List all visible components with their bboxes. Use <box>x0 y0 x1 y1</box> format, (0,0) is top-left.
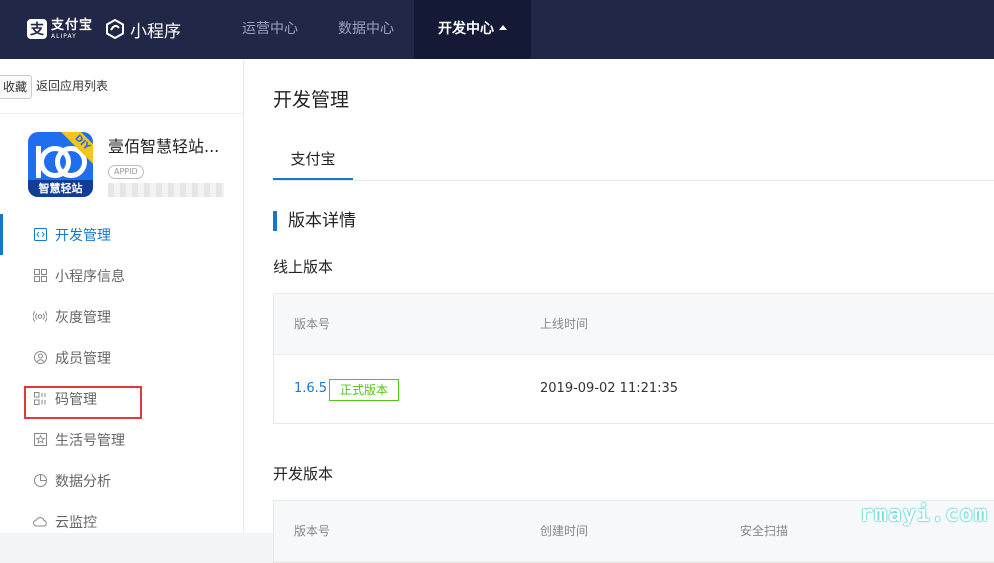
code-icon <box>33 228 47 242</box>
sidebar-item-miniprogram-info[interactable]: 小程序信息 <box>0 255 243 296</box>
sidebar-item-data-analysis[interactable]: 数据分析 <box>0 460 243 501</box>
pie-icon <box>33 474 47 488</box>
sidebar-item-label: 成员管理 <box>55 348 111 368</box>
col-version: 版本号 <box>294 294 330 354</box>
logo[interactable]: 支 支付宝 ALIPAY 小程序 <box>27 16 181 42</box>
grid-icon <box>33 269 47 283</box>
cloud-icon <box>33 515 47 529</box>
col-version: 版本号 <box>294 501 330 561</box>
sidebar-item-cloud-monitor[interactable]: 云监控 <box>0 501 243 542</box>
sidebar-item-label: 灰度管理 <box>55 307 111 327</box>
app-icon: DIY 智慧轻站 <box>28 132 93 197</box>
sidebar-item-label: 数据分析 <box>55 471 111 491</box>
caret-up-icon <box>499 25 507 30</box>
table-row: 1.6.5 正式版本 2019-09-02 11:21:35 <box>274 355 994 423</box>
tab-alipay[interactable]: 支付宝 <box>273 143 353 180</box>
favorite-button[interactable]: 收藏 <box>0 75 32 99</box>
table-header: 版本号 上线时间 <box>274 294 994 355</box>
nav-dev-center[interactable]: 开发中心 <box>414 0 531 59</box>
appid-value-blurred <box>108 183 224 197</box>
sidebar-item-gray-release[interactable]: 灰度管理 <box>0 296 243 337</box>
back-to-app-list-link[interactable]: 返回应用列表 <box>36 77 108 94</box>
sidebar-item-label: 生活号管理 <box>55 430 125 450</box>
alipay-brand: 支付宝 ALIPAY <box>51 19 93 40</box>
sidebar-item-dev-management[interactable]: 开发管理 <box>0 214 243 255</box>
section-title: 版本详情 <box>273 211 356 231</box>
sidebar-item-label: 云监控 <box>55 512 97 532</box>
sidebar: 收藏 返回应用列表 DIY 智慧轻站 壹佰智慧轻站... APPID 开发管理 … <box>0 59 244 533</box>
sidebar-item-label: 开发管理 <box>55 225 111 245</box>
product-title: 小程序 <box>130 17 181 42</box>
signal-icon <box>33 310 47 324</box>
status-badge: 正式版本 <box>329 379 399 401</box>
divider <box>0 113 243 114</box>
col-security-scan: 安全扫描 <box>740 501 788 561</box>
app-name: 壹佰智慧轻站... <box>108 133 219 157</box>
brand-en: ALIPAY <box>51 34 93 40</box>
main-content: 开发管理 支付宝 版本详情 线上版本 版本号 上线时间 1.6.5 正式版本 2… <box>244 59 994 533</box>
col-create-time: 创建时间 <box>540 501 588 561</box>
page-title: 开发管理 <box>273 85 349 112</box>
sidebar-menu: 开发管理 小程序信息 灰度管理 成员管理 码管理 <box>0 214 243 542</box>
version-link[interactable]: 1.6.5 <box>294 355 327 423</box>
dev-version-title: 开发版本 <box>273 463 333 484</box>
highlight-annotation-box <box>24 386 142 419</box>
sidebar-item-life-account[interactable]: 生活号管理 <box>0 419 243 460</box>
main-nav: 运营中心 数据中心 开发中心 <box>222 0 531 59</box>
top-nav-bar: 支 支付宝 ALIPAY 小程序 运营中心 数据中心 开发中心 <box>0 0 994 59</box>
app-icon-caption: 智慧轻站 <box>28 180 93 197</box>
appid-tag: APPID <box>108 165 144 179</box>
sidebar-item-label: 小程序信息 <box>55 266 125 286</box>
user-icon <box>33 351 47 365</box>
brand-cn: 支付宝 <box>51 19 93 32</box>
miniprogram-logo-icon <box>105 19 125 39</box>
online-version-title: 线上版本 <box>273 256 333 277</box>
nav-operations[interactable]: 运营中心 <box>222 0 318 59</box>
star-icon <box>33 433 47 447</box>
nav-data-center[interactable]: 数据中心 <box>318 0 414 59</box>
nav-dev-center-label: 开发中心 <box>438 21 494 37</box>
online-version-table: 版本号 上线时间 1.6.5 正式版本 2019-09-02 11:21:35 <box>273 293 994 424</box>
col-online-time: 上线时间 <box>540 294 588 354</box>
watermark: rmayi.com <box>860 502 988 527</box>
alipay-logo-icon: 支 <box>27 19 47 39</box>
online-time: 2019-09-02 11:21:35 <box>540 355 678 423</box>
sidebar-item-members[interactable]: 成员管理 <box>0 337 243 378</box>
tab-divider <box>273 180 994 181</box>
